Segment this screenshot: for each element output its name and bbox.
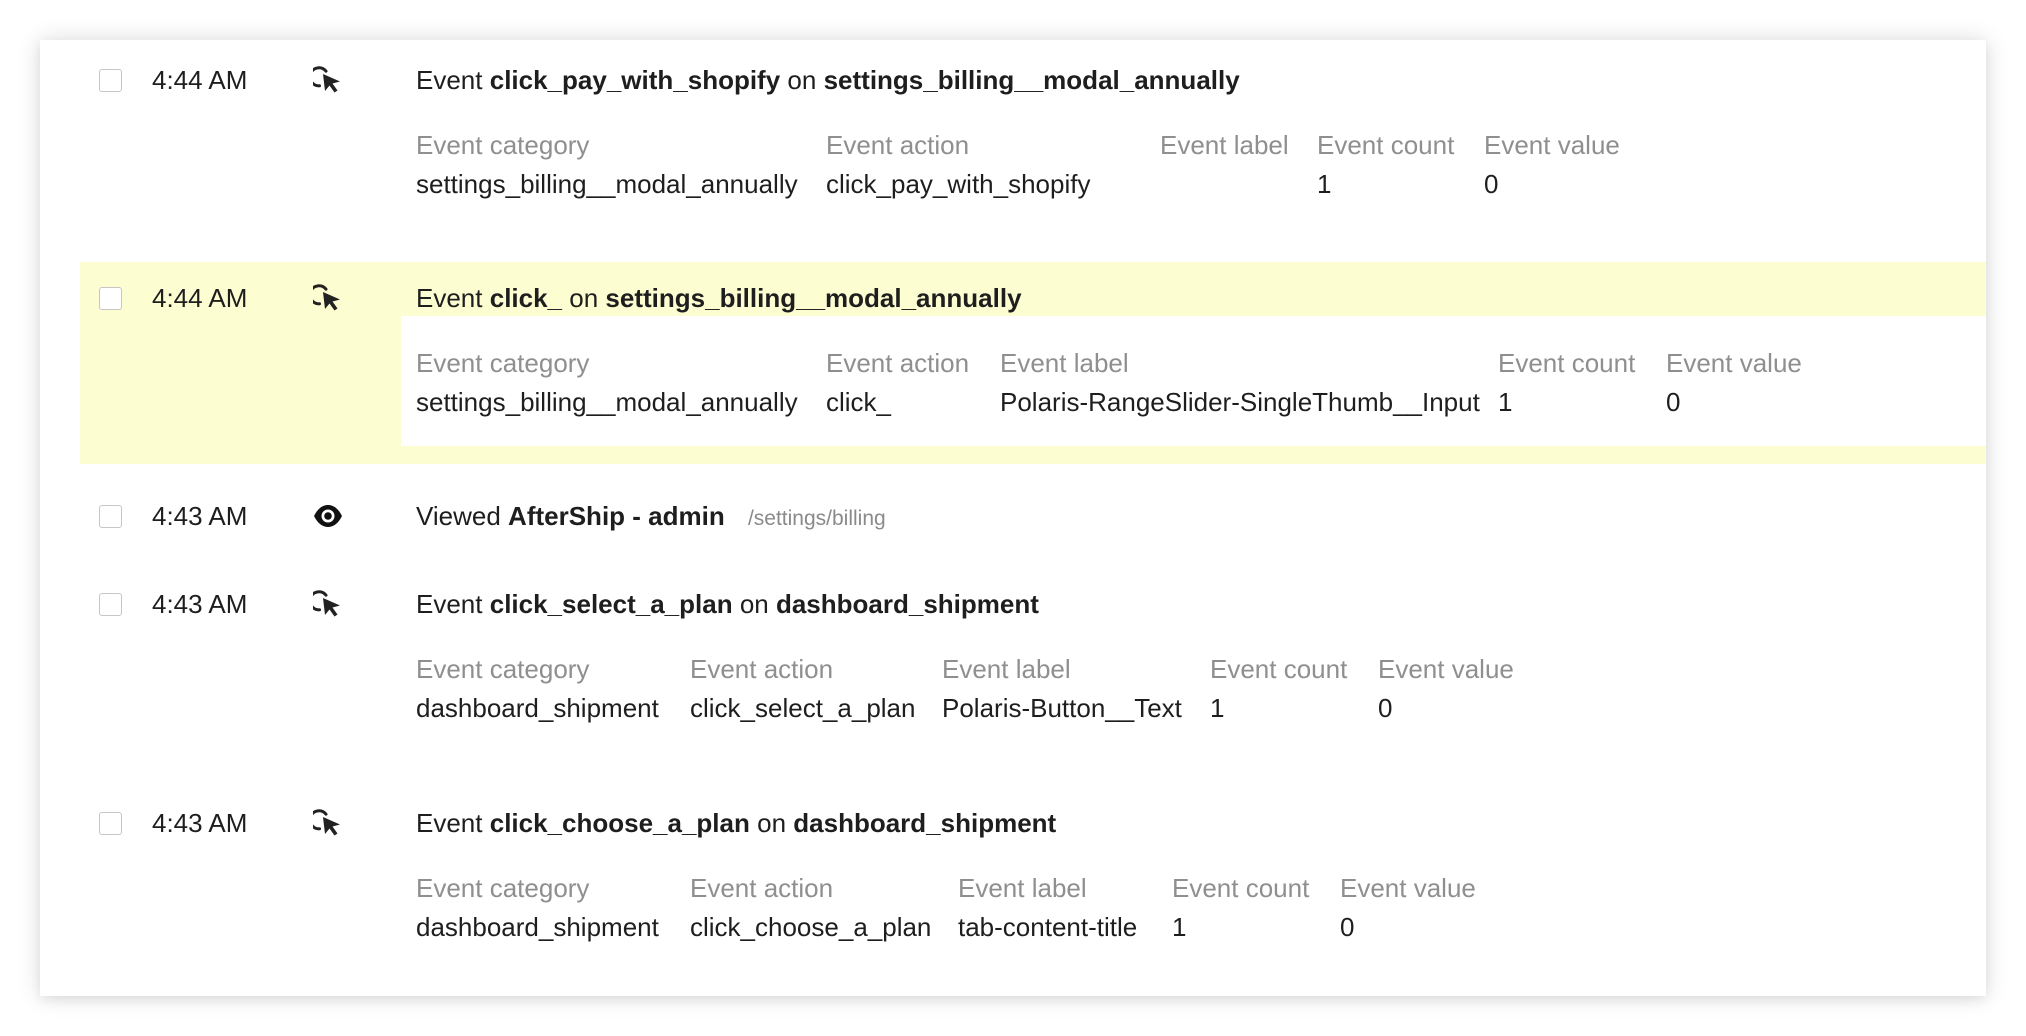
event-count-value: 1 [1172, 912, 1187, 942]
timeline-event: 4:43 AM Event click_select_a_plan on das… [80, 570, 1986, 770]
event-category-field: Event category settings_billing__modal_a… [416, 130, 798, 199]
event-checkbox[interactable] [99, 505, 122, 528]
cursor-click-icon [313, 808, 343, 838]
timeline-event: 4:43 AM Event click_choose_a_plan on das… [80, 788, 1986, 988]
event-value-value: 0 [1378, 693, 1393, 723]
event-category-value: settings_billing__modal_annually [416, 169, 798, 199]
event-category-value: dashboard_shipment [416, 912, 659, 942]
event-word: Event [416, 589, 483, 619]
event-action-name: click_pay_with_shopify [489, 65, 781, 95]
event-action-field: Event action click_choose_a_plan [690, 873, 932, 942]
on-word: on [739, 589, 769, 619]
event-count-field: Event count 1 [1498, 348, 1636, 417]
event-action-name: click_choose_a_plan [489, 808, 750, 838]
on-word: on [569, 283, 599, 313]
page-title: AfterShip - admin [508, 501, 725, 531]
event-count-value: 1 [1498, 387, 1513, 417]
event-action-value: click_choose_a_plan [690, 912, 932, 942]
event-category-field: Event category dashboard_shipment [416, 873, 659, 942]
event-time: 4:43 AM [152, 501, 248, 531]
on-word: on [757, 808, 787, 838]
event-action-name: click_select_a_plan [489, 589, 733, 619]
timeline-event-highlighted: 4:44 AM Event click_ on settings_billing… [80, 262, 1986, 464]
timeline-pageview: 4:43 AM Viewed AfterShip - admin /settin… [80, 480, 1986, 550]
cursor-click-icon [313, 65, 343, 95]
event-checkbox[interactable] [99, 287, 122, 310]
event-action-value: click_ [826, 387, 892, 417]
event-label-field: Event label [1160, 130, 1289, 160]
event-checkbox[interactable] [99, 593, 122, 616]
event-headline: Event click_select_a_plan on dashboard_s… [416, 589, 1039, 620]
event-label-value: tab-content-title [958, 912, 1138, 942]
event-label-value: Polaris-RangeSlider-SingleThumb__Input [1000, 387, 1480, 417]
event-category-value: settings_billing__modal_annually [416, 387, 798, 417]
event-checkbox[interactable] [99, 69, 122, 92]
event-value-field: Event value 0 [1378, 654, 1514, 723]
event-action-value: click_pay_with_shopify [826, 169, 1091, 199]
event-count-value: 1 [1317, 169, 1332, 199]
event-label-field: Event label tab-content-title [958, 873, 1138, 942]
timeline-event: 4:44 AM Event click_pay_with_shopify on … [80, 40, 1986, 240]
event-target-name: settings_billing__modal_annually [605, 283, 1022, 313]
page-path[interactable]: /settings/billing [748, 507, 886, 530]
event-checkbox[interactable] [99, 812, 122, 835]
event-label-field: Event label Polaris-Button__Text [942, 654, 1182, 723]
event-category-field: Event category dashboard_shipment [416, 654, 659, 723]
event-label-value: Polaris-Button__Text [942, 693, 1182, 723]
cursor-click-icon [313, 589, 343, 619]
event-word: Event [416, 65, 483, 95]
event-time: 4:44 AM [152, 65, 248, 95]
event-headline: Event click_ on settings_billing__modal_… [416, 283, 1022, 314]
event-value-field: Event value 0 [1666, 348, 1802, 417]
event-headline: Event click_pay_with_shopify on settings… [416, 65, 1240, 96]
event-action-field: Event action click_pay_with_shopify [826, 130, 1091, 199]
event-value-field: Event value 0 [1340, 873, 1476, 942]
event-action-field: Event action click_select_a_plan [690, 654, 916, 723]
on-word: on [787, 65, 817, 95]
event-word: Event [416, 808, 483, 838]
event-value-value: 0 [1340, 912, 1355, 942]
event-count-field: Event count 1 [1317, 130, 1455, 199]
event-value-value: 0 [1666, 387, 1681, 417]
cursor-click-icon [313, 283, 343, 313]
event-label-field: Event label Polaris-RangeSlider-SingleTh… [1000, 348, 1480, 417]
event-headline: Event click_choose_a_plan on dashboard_s… [416, 808, 1056, 839]
event-time: 4:44 AM [152, 283, 248, 313]
event-count-field: Event count 1 [1172, 873, 1310, 942]
eye-icon [313, 501, 343, 531]
event-action-field: Event action click_ [826, 348, 970, 417]
event-time: 4:43 AM [152, 808, 248, 838]
event-category-field: Event category settings_billing__modal_a… [416, 348, 798, 417]
event-target-name: dashboard_shipment [793, 808, 1057, 838]
event-count-value: 1 [1210, 693, 1225, 723]
event-action-name: click_ [489, 283, 563, 313]
pageview-headline: Viewed AfterShip - admin /settings/billi… [416, 501, 886, 532]
event-target-name: settings_billing__modal_annually [823, 65, 1240, 95]
event-value-value: 0 [1484, 169, 1499, 199]
event-target-name: dashboard_shipment [775, 589, 1039, 619]
event-timeline-card: 4:44 AM Event click_pay_with_shopify on … [40, 40, 1986, 996]
event-value-field: Event value 0 [1484, 130, 1620, 199]
viewed-word: Viewed [416, 501, 501, 531]
event-action-value: click_select_a_plan [690, 693, 916, 723]
event-word: Event [416, 283, 483, 313]
event-count-field: Event count 1 [1210, 654, 1348, 723]
event-category-value: dashboard_shipment [416, 693, 659, 723]
event-time: 4:43 AM [152, 589, 248, 619]
